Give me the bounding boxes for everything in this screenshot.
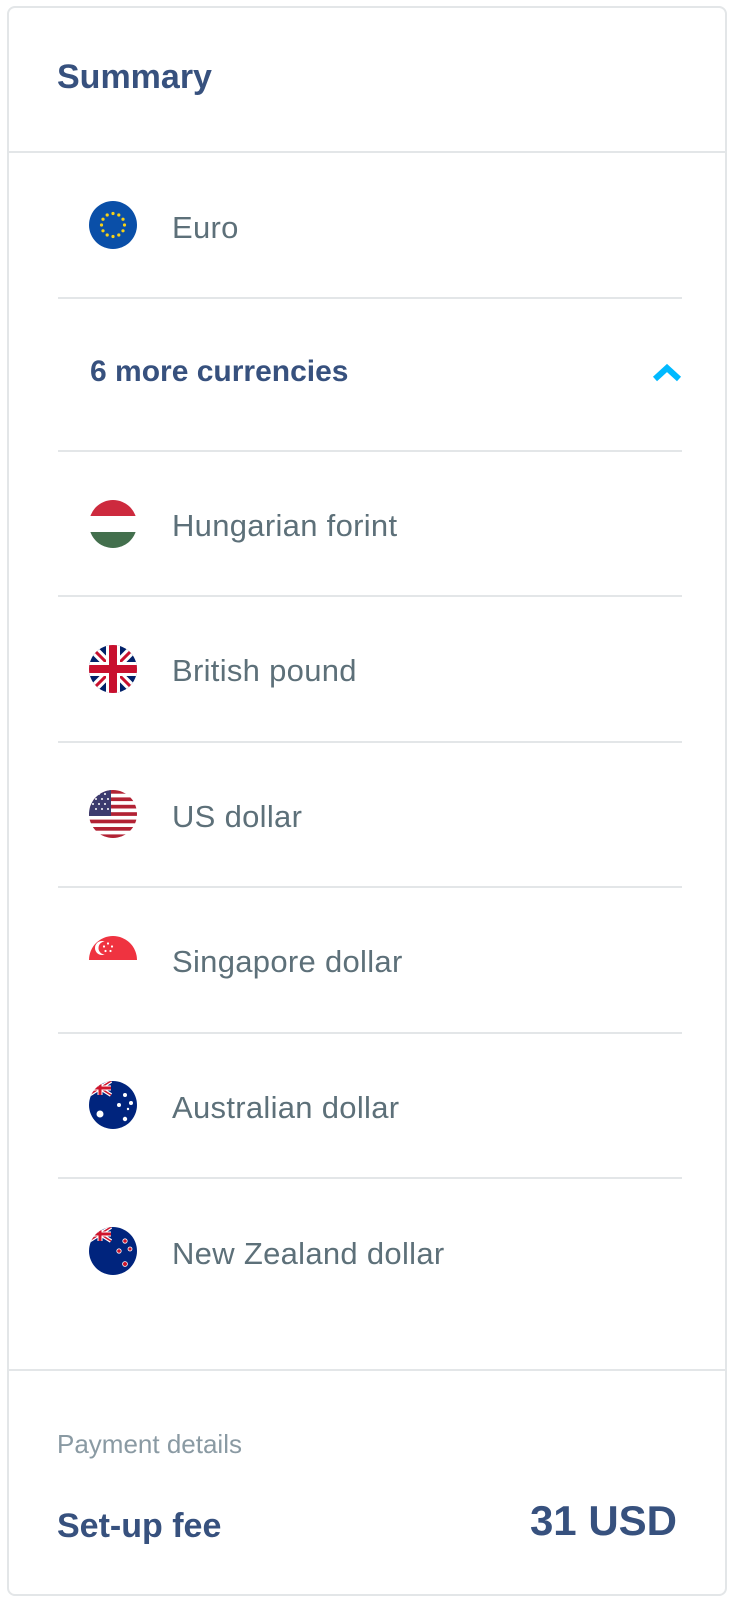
us-flag-icon [89, 790, 137, 838]
currency-label: British pound [172, 653, 357, 688]
payment-details-section: Payment details Set-up fee 31 USD [9, 1369, 725, 1609]
currency-label: Hungarian forint [172, 508, 398, 543]
currency-label: Australian dollar [172, 1090, 400, 1125]
uk-flag-icon [89, 645, 137, 693]
currency-row-nzd: New Zealand dollar [58, 1179, 682, 1369]
summary-card: Summary Euro 6 more currencies Hungarian… [7, 6, 727, 1596]
australia-flag-icon [89, 1081, 137, 1129]
currency-row-euro: Euro [58, 153, 682, 299]
currency-label: New Zealand dollar [172, 1236, 445, 1271]
new-zealand-flag-icon [89, 1227, 137, 1275]
currency-label: Euro [172, 210, 239, 245]
chevron-up-icon [652, 363, 682, 383]
currency-row-usd: US dollar [58, 743, 682, 888]
summary-header: Summary [9, 8, 725, 153]
setup-fee-label: Set-up fee [57, 1507, 222, 1545]
eu-flag-icon [89, 201, 137, 249]
currency-row-gbp: British pound [58, 597, 682, 743]
currency-row-huf: Hungarian forint [58, 452, 682, 597]
summary-title: Summary [57, 58, 212, 96]
payment-details-heading: Payment details [57, 1429, 242, 1459]
more-currencies-label: 6 more currencies [90, 355, 349, 388]
currency-row-sgd: Singapore dollar [58, 888, 682, 1034]
currency-row-aud: Australian dollar [58, 1034, 682, 1179]
singapore-flag-icon [89, 936, 137, 984]
currency-label: Singapore dollar [172, 944, 403, 979]
currency-label: US dollar [172, 799, 303, 834]
hungary-flag-icon [89, 500, 137, 548]
setup-fee-value: 31 USD [529, 1497, 677, 1544]
more-currencies-toggle[interactable]: 6 more currencies [58, 299, 682, 452]
